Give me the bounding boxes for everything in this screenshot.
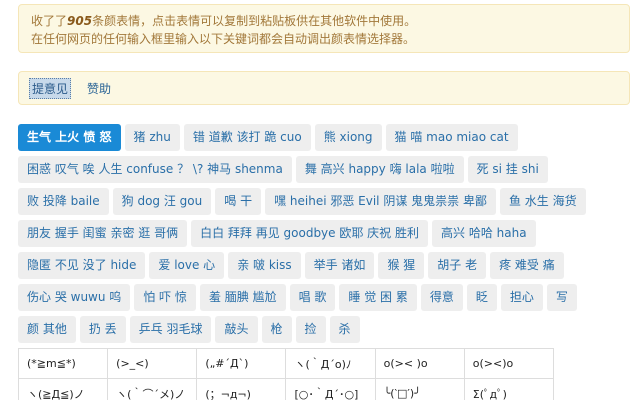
tag-row: 困惑 叹气 唉 人生 confuse ？ \? 神马 shenma 舞 高兴 ha…	[18, 156, 630, 183]
keyword-tag[interactable]: 喝 干	[215, 188, 262, 215]
keyword-tag[interactable]: 颜 其他	[18, 316, 76, 343]
tag-row: 生气 上火 愤 怒猪 zhu 错 道歉 该打 跪 cuo 熊 xiong 猫 喵 ma…	[18, 124, 630, 151]
notice-prefix: 收了了	[31, 14, 68, 28]
keyword-tag[interactable]: 睡 觉 困 累	[339, 284, 417, 311]
keyword-tag[interactable]: 猴 猩	[378, 252, 425, 279]
keyword-tag[interactable]: 写	[546, 284, 577, 311]
notice-line-2: 在任何网页的任何输入框里输入以下关键词都会自动调出颜表情选择器。	[31, 32, 416, 46]
keyword-tag[interactable]: 高兴 哈哈 haha	[432, 220, 536, 247]
keyword-tag[interactable]: 鱼 水生 海货	[499, 188, 586, 215]
emoticon-cell[interactable]: o(>< )o	[374, 348, 465, 379]
keyword-tag[interactable]: 败 投降 baile	[18, 188, 109, 215]
keyword-tag[interactable]: 举手 诸如	[304, 252, 375, 279]
keyword-tag[interactable]: 杀	[329, 316, 360, 343]
keyword-tag[interactable]: 爱 love 心	[149, 252, 225, 279]
tag-row: 隐匿 不见 没了 hide 爱 love 心亲 啵 kiss 举手 诸如猴 猩胡子 …	[18, 252, 630, 279]
keyword-tag[interactable]: 疼 难受 痛	[490, 252, 564, 279]
keyword-tag[interactable]: 唱 歌	[289, 284, 336, 311]
emoticon-row: ヽ(≧Д≦)ノ ヽ(｀⌒´メ)ノ (；¬д¬) [○･｀Д´･○] ╰(‵□′)╯ Σ(ﾟ…	[17, 378, 555, 400]
emoticon-count: 905	[67, 14, 93, 28]
keyword-tag[interactable]: 舞 高兴 happy 嗨 lala 啦啦	[295, 156, 464, 183]
emoticon-cell[interactable]: („#´Д`)	[196, 348, 287, 379]
tag-row: 朋友 握手 闺蜜 亲密 逛 哥俩 白白 拜拜 再见 goodbye 欧耶 庆祝 胜…	[18, 220, 630, 247]
emoticon-cell[interactable]: (*≧m≦*)	[17, 348, 109, 379]
keyword-tag[interactable]: 猫 喵 mao miao cat	[385, 124, 518, 151]
emoticon-cell[interactable]: ヽ(｀Д´ο)ﾉ	[285, 348, 376, 379]
keyword-tag-active[interactable]: 生气 上火 愤 怒	[18, 124, 121, 151]
emoticon-cell[interactable]: ヽ(≧Д≦)ノ	[17, 378, 109, 400]
info-notice: 收了了905条颜表情，点击表情可以复制到粘贴板供在其他软件中使用。 在任何网页的…	[18, 4, 630, 53]
keyword-tag[interactable]: 死 si 挂 shi	[467, 156, 548, 183]
emoticon-grid: (*≧m≦*) (>_<) („#´Д`) ヽ(｀Д´ο)ﾉ o(>< )o ο(><)o…	[17, 348, 555, 400]
keyword-tag[interactable]: 白白 拜拜 再见 goodbye 欧耶 庆祝 胜利	[191, 220, 428, 247]
keyword-tag[interactable]: 嘿 heihei 邪恶 Evil 阴谋 鬼鬼祟祟 卑鄙	[265, 188, 496, 215]
keyword-tag[interactable]: 敲头	[215, 316, 258, 343]
emoticon-cell[interactable]: (>_<)	[107, 348, 198, 379]
keyword-tag[interactable]: 得意	[420, 284, 463, 311]
tag-row: 颜 其他扔 丢乒乓 羽毛球 敲头枪捡杀	[18, 316, 630, 343]
keyword-tag[interactable]: 乒乓 羽毛球	[129, 316, 212, 343]
tag-row: 伤心 哭 wuwu 呜怕 吓 惊羞 腼腆 尴尬唱 歌睡 觉 困 累得意眨担心写	[18, 284, 630, 311]
keyword-tag[interactable]: 熊 xiong	[314, 124, 382, 151]
keyword-tag[interactable]: 伤心 哭 wuwu 呜	[18, 284, 131, 311]
keyword-tag[interactable]: 亲 啵 kiss	[228, 252, 301, 279]
keyword-tag[interactable]: 胡子 老	[428, 252, 487, 279]
keyword-tag[interactable]: 朋友 握手 闺蜜 亲密 逛 哥俩	[18, 220, 188, 247]
link-bar: 提意见 赞助	[18, 71, 630, 105]
emoticon-cell[interactable]: ╰(‵□′)╯	[374, 378, 465, 400]
keyword-tag[interactable]: 怕 吓 惊	[134, 284, 196, 311]
emoticon-cell[interactable]: ヽ(｀⌒´メ)ノ	[107, 378, 198, 400]
keyword-tag[interactable]: 羞 腼腆 尴尬	[199, 284, 286, 311]
keyword-tag[interactable]: 猪 zhu	[124, 124, 180, 151]
sponsor-link[interactable]: 赞助	[85, 79, 113, 98]
feedback-link[interactable]: 提意见	[29, 77, 72, 99]
keyword-tag[interactable]: 扔 丢	[79, 316, 126, 343]
tag-row: 败 投降 baile 狗 dog 汪 gou 喝 干嘿 heihei 邪恶 Evil…	[18, 188, 630, 215]
keyword-tag[interactable]: 隐匿 不见 没了 hide	[18, 252, 146, 279]
notice-line-1: 收了了905条颜表情，点击表情可以复制到粘贴板供在其他软件中使用。	[31, 12, 617, 30]
keyword-tag[interactable]: 狗 dog 汪 gou	[112, 188, 212, 215]
keyword-tag-list: 生气 上火 愤 怒猪 zhu 错 道歉 该打 跪 cuo 熊 xiong 猫 喵 ma…	[18, 124, 630, 348]
emoticon-cell[interactable]: ο(><)o	[463, 348, 555, 379]
emoticon-cell[interactable]: Σ(ﾟдﾟ)	[463, 378, 555, 400]
emoticon-row: (*≧m≦*) (>_<) („#´Д`) ヽ(｀Д´ο)ﾉ o(>< )o ο(><)o	[17, 348, 555, 379]
keyword-tag[interactable]: 困惑 叹气 唉 人生 confuse ？ \? 神马 shenma	[18, 156, 292, 183]
emoticon-cell[interactable]: [○･｀Д´･○]	[285, 378, 376, 400]
keyword-tag[interactable]: 枪	[261, 316, 292, 343]
emoticon-cell[interactable]: (；¬д¬)	[196, 378, 287, 400]
keyword-tag[interactable]: 错 道歉 该打 跪 cuo	[183, 124, 311, 151]
keyword-tag[interactable]: 捡	[295, 316, 326, 343]
keyword-tag[interactable]: 担心	[500, 284, 543, 311]
keyword-tag[interactable]: 眨	[466, 284, 497, 311]
notice-suffix: 条颜表情，点击表情可以复制到粘贴板供在其他软件中使用。	[92, 14, 417, 28]
